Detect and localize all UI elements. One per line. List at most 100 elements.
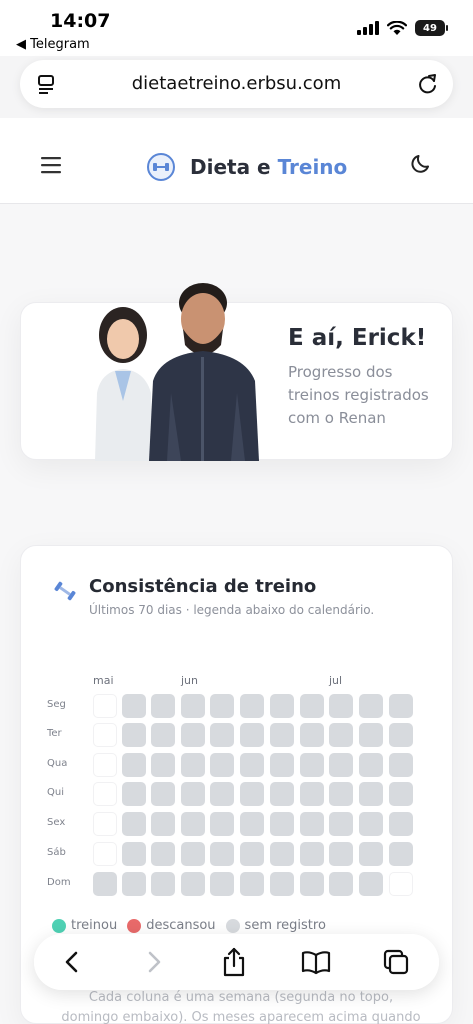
battery-level: 49	[423, 22, 437, 34]
moon-icon[interactable]	[411, 152, 433, 174]
bookmarks-button[interactable]	[300, 946, 332, 978]
calendar-day-cell[interactable]	[300, 753, 324, 777]
calendar-day-cell[interactable]	[122, 812, 146, 836]
calendar-day-cell[interactable]	[270, 842, 294, 866]
calendar-day-cell[interactable]	[210, 812, 234, 836]
tabs-overview-button[interactable]	[380, 946, 412, 978]
address-bar[interactable]: dietaetreino.erbsu.com	[20, 60, 453, 108]
calendar-day-cell[interactable]	[240, 812, 264, 836]
calendar-day-cell[interactable]	[93, 723, 117, 747]
calendar-day-cell[interactable]	[93, 812, 117, 836]
calendar-day-cell[interactable]	[329, 753, 353, 777]
calendar-day-cell[interactable]	[240, 842, 264, 866]
calendar-day-cell[interactable]	[300, 872, 324, 896]
calendar-day-cell[interactable]	[181, 872, 205, 896]
calendar-day-cell[interactable]	[151, 782, 175, 806]
calendar-day-cell[interactable]	[181, 694, 205, 718]
reload-icon[interactable]	[417, 72, 439, 96]
calendar-day-cell[interactable]	[181, 753, 205, 777]
calendar-day-cell[interactable]	[359, 753, 383, 777]
brand-logo[interactable]: Dieta e Treino	[146, 152, 347, 182]
calendar-day-cell[interactable]	[181, 723, 205, 747]
calendar-day-cell[interactable]	[181, 812, 205, 836]
calendar-day-cell[interactable]	[329, 723, 353, 747]
calendar-day-cell[interactable]	[122, 782, 146, 806]
forward-button[interactable]	[138, 946, 170, 978]
brand-accent: Treino	[277, 155, 348, 179]
calendar-day-cell[interactable]	[210, 753, 234, 777]
calendar-day-cell[interactable]	[270, 812, 294, 836]
calendar-day-cell[interactable]	[270, 723, 294, 747]
share-button[interactable]	[218, 946, 250, 978]
legend-label-trained: treinou	[71, 918, 118, 933]
calendar-day-cell[interactable]	[329, 694, 353, 718]
back-button[interactable]	[56, 946, 88, 978]
calendar-day-cell[interactable]	[329, 782, 353, 806]
calendar-day-cell[interactable]	[270, 753, 294, 777]
calendar-day-cell[interactable]	[122, 872, 146, 896]
menu-icon[interactable]	[40, 156, 62, 174]
calendar-day-cell[interactable]	[93, 782, 117, 806]
calendar-day-cell[interactable]	[122, 723, 146, 747]
calendar-day-cell[interactable]	[93, 694, 117, 718]
calendar-day-cell[interactable]	[359, 782, 383, 806]
calendar-day-cell[interactable]	[359, 842, 383, 866]
calendar-day-cell[interactable]	[329, 842, 353, 866]
calendar-day-cell[interactable]	[151, 872, 175, 896]
calendar-day-cell[interactable]	[122, 753, 146, 777]
calendar-day-cell[interactable]	[240, 723, 264, 747]
calendar-day-cell[interactable]	[300, 723, 324, 747]
calendar-day-cell[interactable]	[122, 694, 146, 718]
forward-icon	[148, 951, 161, 973]
calendar-day-cell[interactable]	[240, 753, 264, 777]
calendar-day-cell[interactable]	[359, 723, 383, 747]
calendar-day-cell[interactable]	[151, 723, 175, 747]
calendar-day-cell[interactable]	[359, 872, 383, 896]
calendar-day-cell[interactable]	[181, 782, 205, 806]
calendar-day-cell[interactable]	[300, 812, 324, 836]
calendar-day-cell[interactable]	[151, 753, 175, 777]
calendar-day-cell[interactable]	[329, 812, 353, 836]
calendar-day-cell[interactable]	[300, 842, 324, 866]
calendar-day-cell[interactable]	[389, 842, 413, 866]
calendar-day-cell[interactable]	[300, 694, 324, 718]
calendar-day-cell[interactable]	[181, 842, 205, 866]
calendar-day-cell[interactable]	[270, 694, 294, 718]
calendar-day-cell[interactable]	[240, 782, 264, 806]
weekday-label: Dom	[47, 877, 71, 888]
share-icon	[223, 947, 245, 977]
calendar-day-cell[interactable]	[329, 872, 353, 896]
calendar-day-cell[interactable]	[389, 753, 413, 777]
calendar-day-cell[interactable]	[389, 694, 413, 718]
calendar-day-cell[interactable]	[359, 694, 383, 718]
calendar-day-cell[interactable]	[389, 812, 413, 836]
calendar-day-cell[interactable]	[210, 842, 234, 866]
calendar-day-cell[interactable]	[151, 694, 175, 718]
calendar-day-cell[interactable]	[122, 842, 146, 866]
calendar-day-cell[interactable]	[93, 872, 117, 896]
back-to-app-link[interactable]: ◀ Telegram	[16, 37, 90, 52]
calendar-note: Cada coluna é uma semana (segunda no top…	[61, 990, 421, 1024]
calendar-day-cell[interactable]	[389, 872, 413, 896]
calendar-day-cell[interactable]	[270, 872, 294, 896]
legend-dot-rested	[127, 918, 142, 933]
calendar-day-cell[interactable]	[240, 694, 264, 718]
calendar-day-cell[interactable]	[210, 723, 234, 747]
calendar-day-cell[interactable]	[151, 842, 175, 866]
url-text[interactable]: dietaetreino.erbsu.com	[20, 73, 453, 94]
welcome-card: E aí, Erick! Progresso dos treinos regis…	[20, 283, 453, 461]
calendar-day-cell[interactable]	[389, 723, 413, 747]
greeting-subtitle: Progresso dos treinos registrados com o …	[288, 363, 429, 427]
calendar-day-cell[interactable]	[300, 782, 324, 806]
calendar-day-cell[interactable]	[210, 872, 234, 896]
consistency-subtitle: Últimos 70 dias · legenda abaixo do cale…	[89, 603, 375, 617]
calendar-day-cell[interactable]	[151, 812, 175, 836]
calendar-day-cell[interactable]	[210, 782, 234, 806]
calendar-day-cell[interactable]	[210, 694, 234, 718]
calendar-day-cell[interactable]	[93, 753, 117, 777]
calendar-day-cell[interactable]	[93, 842, 117, 866]
calendar-day-cell[interactable]	[359, 812, 383, 836]
calendar-day-cell[interactable]	[270, 782, 294, 806]
calendar-day-cell[interactable]	[240, 872, 264, 896]
calendar-day-cell[interactable]	[389, 782, 413, 806]
